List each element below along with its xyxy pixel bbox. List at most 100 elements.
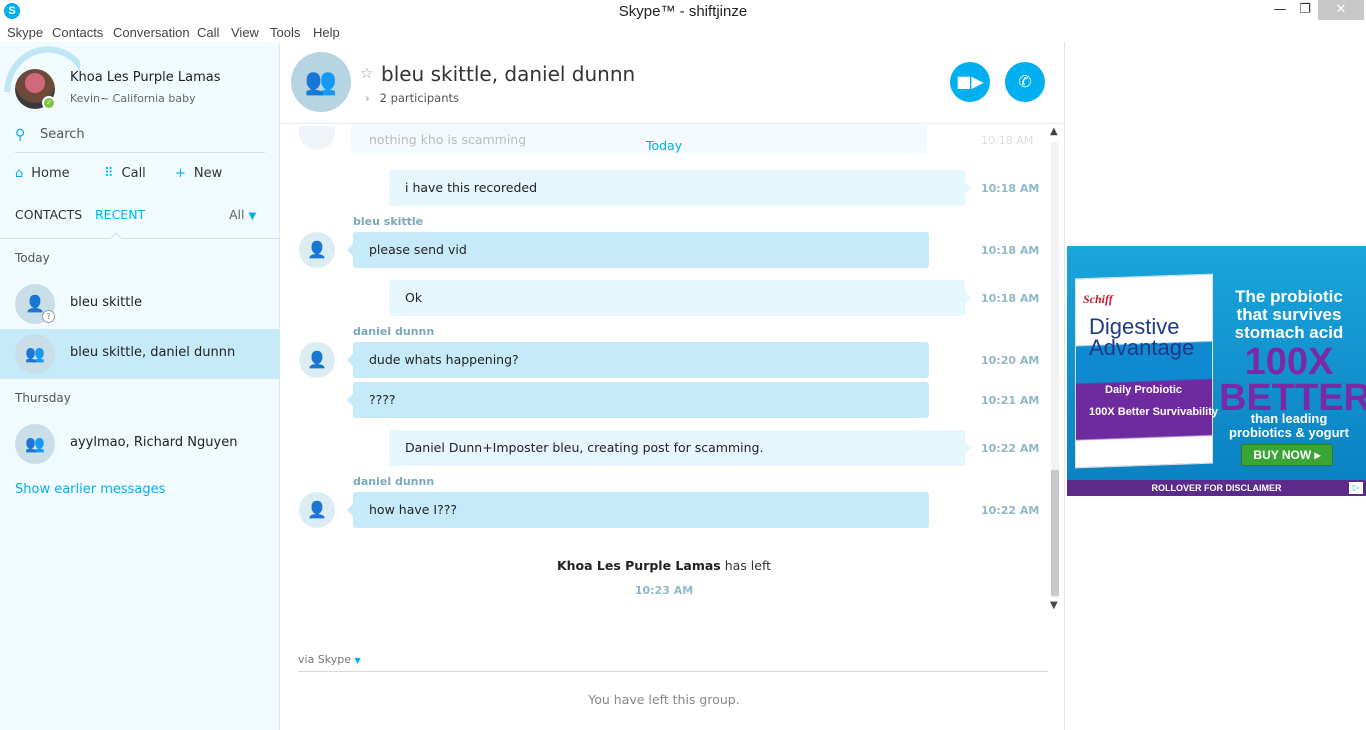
message-bubble[interactable]: how have I???: [347, 492, 929, 528]
message-bubble[interactable]: please send vid: [347, 232, 929, 268]
video-call-button[interactable]: ■▶: [950, 62, 990, 102]
section-thursday: Thursday: [15, 391, 71, 405]
show-earlier-link[interactable]: Show earlier messages: [15, 482, 165, 497]
via-label: via Skype: [298, 653, 352, 666]
message-time: 10:22 AM: [981, 504, 1040, 517]
system-message: Khoa Les Purple Lamas has left: [281, 558, 1047, 573]
group-avatar-icon: 👥: [15, 334, 55, 374]
message-time: 10:18 AM: [981, 182, 1040, 195]
message-bubble[interactable]: Ok: [389, 280, 971, 316]
video-camera-icon: ■▶: [956, 72, 984, 91]
scroll-down-icon[interactable]: ▼: [1050, 600, 1058, 611]
avatar: [299, 126, 335, 150]
call-label: Call: [121, 166, 146, 181]
conversation-pane: 👥 ☆ bleu skittle, daniel dunnn › 2 partic…: [281, 42, 1065, 730]
call-button[interactable]: ⠿ Call: [104, 166, 146, 181]
menu-skype[interactable]: Skype: [7, 25, 43, 40]
menu-bar: Skype Contacts Conversation Call View To…: [0, 22, 1366, 42]
ad-product: Digestive Advantage: [1089, 314, 1195, 360]
group-status-text: You have left this group.: [588, 692, 740, 707]
contact-name: bleu skittle: [70, 295, 142, 310]
group-avatar-icon: 👥: [15, 424, 55, 464]
advertisement-banner[interactable]: Schiff Digestive Advantage Daily Probiot…: [1067, 246, 1366, 496]
sender-name: daniel dunnn: [353, 325, 435, 338]
window-title: Skype™ - shiftjinze: [618, 3, 748, 20]
compose-divider: [298, 671, 1048, 672]
contact-avatar-icon: 👤: [299, 342, 335, 378]
scroll-thumb[interactable]: [1051, 470, 1059, 596]
sender-name: daniel dunnn: [353, 475, 435, 488]
filter-dropdown[interactable]: All ▼: [229, 207, 256, 222]
search-icon: ⚲: [15, 127, 26, 143]
message-history[interactable]: nothing kho is scamming 10:18 AM Today i…: [281, 124, 1065, 618]
menu-tools[interactable]: Tools: [270, 25, 300, 40]
new-button[interactable]: + New: [175, 166, 222, 181]
section-today: Today: [15, 251, 50, 265]
sender-name: bleu skittle: [353, 215, 424, 228]
tab-recent[interactable]: RECENT: [95, 207, 145, 222]
message-bubble[interactable]: ????: [347, 382, 929, 418]
new-label: New: [193, 166, 223, 181]
profile-mood[interactable]: Kevin~ California baby: [70, 92, 196, 105]
message-text: nothing kho is scamming: [369, 132, 527, 147]
ad-badge: 100X Better Survivability: [1089, 406, 1219, 418]
phone-icon: ✆: [1018, 72, 1032, 91]
title-bar: S Skype™ - shiftjinze — ❐ ✕: [0, 0, 1366, 22]
adchoices-icon[interactable]: ▷: [1349, 482, 1363, 494]
message-bubble[interactable]: dude whats happening?: [347, 342, 929, 378]
unknown-status-icon: ?: [42, 310, 55, 323]
conversation-title[interactable]: bleu skittle, daniel dunnn: [381, 62, 635, 86]
message-bubble[interactable]: i have this recoreded: [389, 170, 971, 206]
tab-contacts[interactable]: CONTACTS: [15, 207, 82, 222]
maximize-button[interactable]: ❐: [1290, 0, 1320, 20]
system-message-time: 10:23 AM: [634, 584, 694, 597]
filter-label: All: [229, 207, 245, 222]
contact-name: bleu skittle, daniel dunnn: [70, 345, 236, 360]
plus-icon: +: [175, 166, 186, 181]
tab-indicator: [110, 232, 122, 244]
home-button[interactable]: ⌂ Home: [15, 166, 70, 181]
menu-call[interactable]: Call: [197, 25, 219, 40]
contact-name: ayylmao, Richard Nguyen: [70, 435, 238, 450]
ad-headline: The probiotic that survives stomach acid: [1234, 287, 1344, 342]
list-item[interactable]: 👥 ayylmao, Richard Nguyen: [0, 419, 280, 469]
via-skype-dropdown[interactable]: via Skype ▼: [298, 653, 361, 666]
menu-conversation[interactable]: Conversation: [113, 25, 190, 40]
online-status-icon[interactable]: ✓: [42, 96, 56, 110]
home-icon: ⌂: [15, 166, 24, 181]
dialpad-icon: ⠿: [104, 166, 114, 181]
participants-toggle[interactable]: › 2 participants: [365, 91, 459, 105]
message-time: 10:21 AM: [981, 394, 1040, 407]
message-time: 10:22 AM: [981, 442, 1040, 455]
message-time: 10:18 AM: [981, 134, 1034, 147]
tab-divider: [0, 238, 280, 239]
menu-view[interactable]: View: [231, 25, 259, 40]
conversation-header: 👥 ☆ bleu skittle, daniel dunnn › 2 partic…: [281, 42, 1065, 124]
menu-contacts[interactable]: Contacts: [52, 25, 103, 40]
chevron-down-icon: ▼: [248, 211, 257, 222]
scroll-up-icon[interactable]: ▲: [1050, 126, 1058, 137]
ad-brand: Schiff: [1083, 292, 1113, 306]
sidebar: ✓ Khoa Les Purple Lamas Kevin~ Californi…: [0, 42, 280, 730]
group-avatar-icon[interactable]: 👥: [291, 52, 351, 112]
chat-scrollbar[interactable]: ▲ ▼: [1047, 124, 1065, 618]
message-time: 10:18 AM: [981, 244, 1040, 257]
system-message-text: has left: [724, 558, 772, 573]
message-bubble[interactable]: Daniel Dunn+Imposter bleu, creating post…: [389, 430, 971, 466]
contact-avatar-icon: 👤: [299, 492, 335, 528]
ad-big-text: 100X BETTER: [1219, 341, 1366, 419]
message-time: 10:18 AM: [981, 292, 1040, 305]
buy-now-button[interactable]: BUY NOW ▸: [1241, 444, 1333, 466]
search-input[interactable]: ⚲ Search: [15, 125, 265, 153]
list-item[interactable]: 👥 bleu skittle, daniel dunnn: [0, 329, 280, 379]
ad-disclaimer[interactable]: ROLLOVER FOR DISCLAIMER: [1067, 480, 1366, 496]
profile-name[interactable]: Khoa Les Purple Lamas: [70, 70, 221, 85]
voice-call-button[interactable]: ✆: [1005, 62, 1045, 102]
list-item[interactable]: 👤 ? bleu skittle: [0, 279, 280, 329]
star-icon[interactable]: ☆: [360, 64, 373, 82]
menu-help[interactable]: Help: [313, 25, 340, 40]
ad-small-text: than leading probiotics & yogurt: [1229, 411, 1349, 440]
system-message-name: Khoa Les Purple Lamas: [556, 558, 721, 573]
close-button[interactable]: ✕: [1318, 0, 1364, 20]
contact-avatar-icon: 👤: [299, 232, 335, 268]
